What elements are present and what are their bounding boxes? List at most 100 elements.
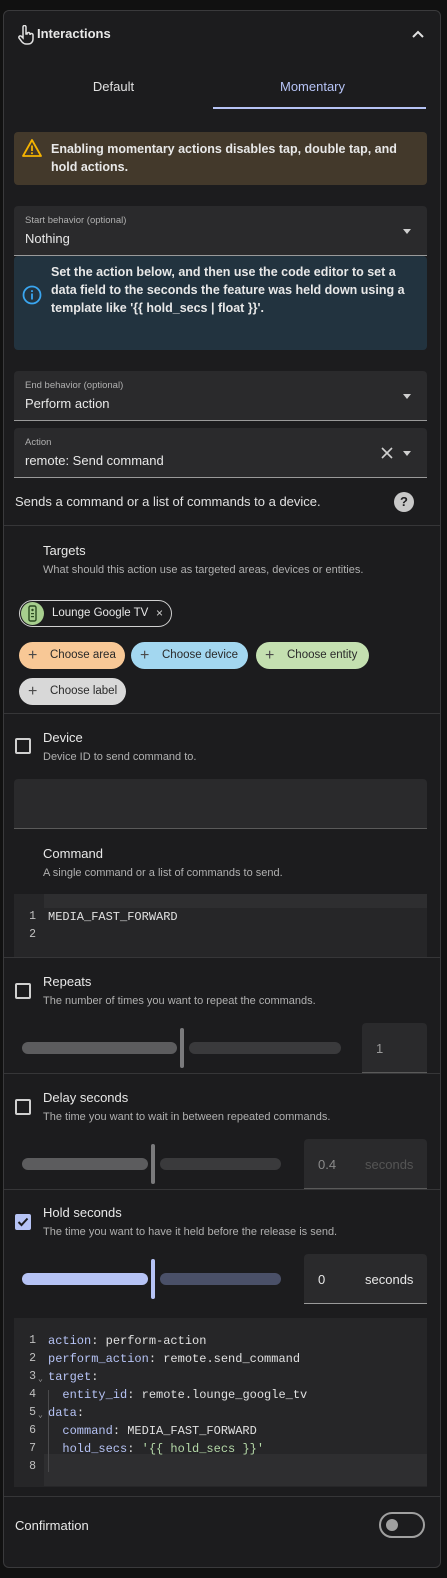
action-label: Action — [25, 437, 52, 448]
end-behavior-label: End behavior (optional) — [25, 380, 124, 391]
delay-slider-track[interactable] — [160, 1158, 281, 1170]
targets-subtitle: What should this action use as targeted … — [43, 564, 364, 576]
yaml-code-editor[interactable]: 1 action: perform-action 2 perform_actio… — [14, 1318, 427, 1487]
panel-title: Interactions — [37, 26, 111, 41]
hold-slider-fill[interactable] — [22, 1273, 148, 1285]
yaml-key: entity_id — [48, 1388, 128, 1402]
yaml-key: target — [48, 1370, 92, 1384]
hold-slider-track[interactable] — [160, 1273, 281, 1285]
repeats-subtitle: The number of times you want to repeat t… — [43, 995, 316, 1007]
command-code-editor[interactable]: 1 MEDIA_FAST_FORWARD 2 — [14, 894, 427, 957]
info-text: Set the action below, and then use the c… — [51, 265, 405, 315]
plus-icon: + — [28, 647, 38, 664]
choose-area-label: Choose area — [50, 649, 116, 661]
line-number: 2 — [29, 928, 36, 941]
line-gutter — [14, 894, 44, 957]
line-number: 1 — [29, 910, 36, 923]
hold-number-field[interactable]: 0 seconds — [304, 1254, 427, 1304]
chevron-up-icon[interactable] — [410, 27, 426, 41]
divider — [4, 1189, 440, 1190]
device-title: Device — [43, 730, 83, 745]
hold-checkbox[interactable] — [15, 1214, 31, 1230]
code-line: hold_secs: '{{ hold_secs }}' — [48, 1442, 265, 1456]
hold-subtitle: The time you want to have it held before… — [43, 1226, 338, 1238]
delay-value: 0.4 — [318, 1157, 337, 1172]
checkmark-icon — [17, 1217, 29, 1227]
choose-label-button[interactable]: + Choose label — [19, 678, 126, 705]
active-tab-indicator — [213, 107, 426, 109]
divider — [4, 957, 440, 958]
clear-icon[interactable] — [380, 446, 394, 460]
start-behavior-label: Start behavior (optional) — [25, 215, 127, 226]
delay-checkbox[interactable] — [15, 1099, 31, 1115]
divider — [4, 525, 440, 526]
device-subtitle: Device ID to send command to. — [43, 751, 197, 763]
dropdown-arrow-icon[interactable] — [403, 229, 411, 234]
fold-chevron-icon[interactable]: ⌄ — [38, 1374, 43, 1384]
line-number: 5 — [29, 1406, 36, 1419]
delay-slider-handle[interactable] — [151, 1144, 155, 1184]
plus-icon: + — [28, 683, 38, 700]
confirmation-toggle[interactable] — [379, 1512, 425, 1538]
command-subtitle: A single command or a list of commands t… — [43, 867, 283, 879]
end-behavior-select[interactable]: End behavior (optional) Perform action — [14, 371, 427, 421]
yaml-key: perform_action — [48, 1352, 149, 1366]
repeats-slider-track[interactable] — [189, 1042, 341, 1054]
choose-area-button[interactable]: + Choose area — [19, 642, 125, 669]
help-icon[interactable]: ? — [394, 492, 414, 512]
code-line: data: — [48, 1406, 85, 1420]
warning-icon — [22, 139, 42, 157]
choose-label-label: Choose label — [50, 685, 118, 697]
delay-slider-fill[interactable] — [22, 1158, 148, 1170]
plus-icon: + — [140, 647, 150, 664]
command-title: Command — [43, 846, 103, 861]
repeats-checkbox[interactable] — [15, 983, 31, 999]
repeats-number-field[interactable]: 1 — [362, 1023, 427, 1073]
active-line-highlight — [44, 894, 427, 908]
line-number: 1 — [29, 1334, 36, 1347]
warning-alert: Enabling momentary actions disables tap,… — [14, 132, 427, 185]
line-number: 6 — [29, 1424, 36, 1437]
target-chip-lounge-google-tv[interactable]: Lounge Google TV × — [19, 600, 172, 627]
delay-number-field[interactable]: 0.4 seconds — [304, 1139, 427, 1189]
remove-target-icon[interactable]: × — [156, 606, 163, 620]
choose-entity-button[interactable]: + Choose entity — [256, 642, 369, 669]
device-id-field[interactable] — [14, 779, 427, 829]
repeats-value: 1 — [376, 1041, 384, 1056]
targets-title: Targets — [43, 543, 86, 558]
line-number: 8 — [29, 1460, 36, 1473]
dropdown-arrow-icon[interactable] — [403, 451, 411, 456]
toggle-knob — [386, 1519, 398, 1531]
tab-default[interactable]: Default — [14, 69, 213, 109]
dropdown-arrow-icon[interactable] — [403, 394, 411, 399]
tab-momentary[interactable]: Momentary — [213, 69, 412, 109]
yaml-key: command — [48, 1424, 113, 1438]
device-checkbox[interactable] — [15, 738, 31, 754]
yaml-value: perform-action — [98, 1334, 207, 1348]
code-line: perform_action: remote.send_command — [48, 1352, 301, 1366]
yaml-value: '{{ hold_secs }}' — [134, 1442, 265, 1456]
plus-icon: + — [265, 647, 275, 664]
start-behavior-value: Nothing — [25, 231, 70, 246]
choose-device-label: Choose device — [162, 649, 239, 661]
confirmation-label: Confirmation — [15, 1518, 89, 1533]
fold-chevron-icon[interactable]: ⌄ — [38, 1410, 43, 1420]
divider — [4, 1073, 440, 1074]
yaml-key: data — [48, 1406, 77, 1420]
end-behavior-value: Perform action — [25, 396, 110, 411]
info-icon — [22, 285, 42, 305]
action-value: remote: Send command — [25, 453, 164, 468]
info-alert: Set the action below, and then use the c… — [14, 256, 427, 350]
start-behavior-select[interactable]: Start behavior (optional) Nothing — [14, 206, 427, 256]
repeats-slider-fill[interactable] — [22, 1042, 177, 1054]
action-description: Sends a command or a list of commands to… — [15, 494, 321, 509]
repeats-slider-handle[interactable] — [180, 1028, 184, 1068]
warning-text: Enabling momentary actions disables tap,… — [51, 142, 397, 174]
action-select[interactable]: Action remote: Send command — [14, 428, 427, 478]
active-line-highlight — [44, 1454, 427, 1486]
choose-device-button[interactable]: + Choose device — [131, 642, 248, 669]
delay-subtitle: The time you want to wait in between rep… — [43, 1111, 331, 1123]
code-line: MEDIA_FAST_FORWARD — [48, 910, 178, 924]
target-chip-label: Lounge Google TV — [52, 607, 149, 619]
hold-slider-handle[interactable] — [151, 1259, 155, 1299]
